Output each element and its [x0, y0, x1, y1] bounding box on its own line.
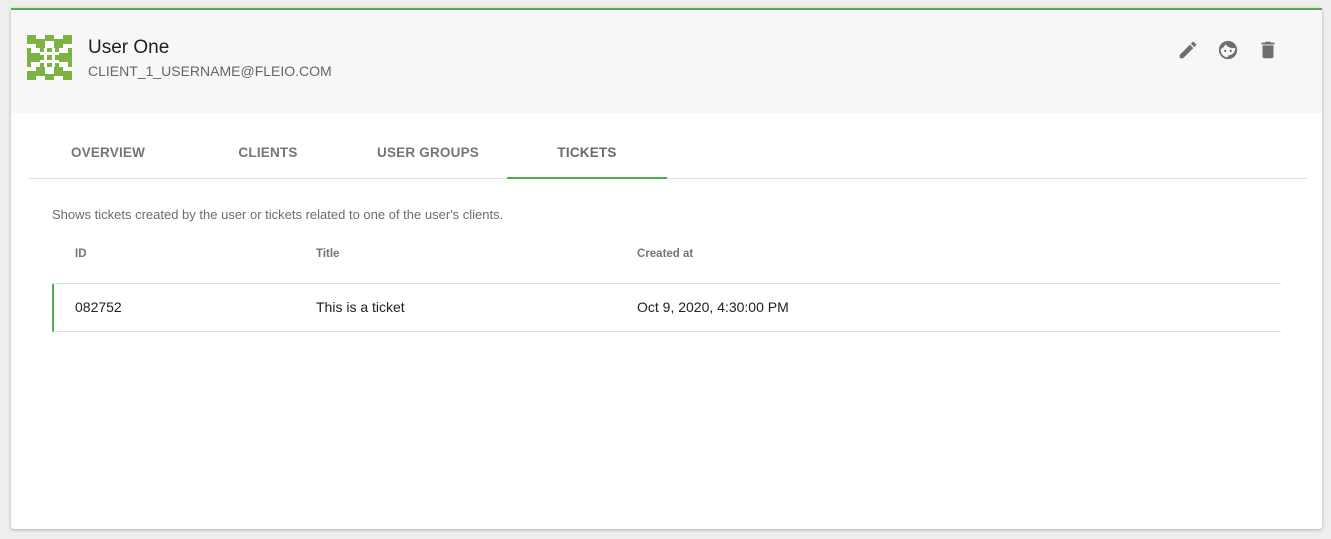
column-header-title[interactable]: Title: [316, 248, 339, 260]
user-actions: [1176, 38, 1280, 62]
tab-bar: OVERVIEW CLIENTS USER GROUPS TICKETS: [28, 128, 1307, 179]
face-icon: [1218, 40, 1238, 60]
impersonate-user-button[interactable]: [1216, 38, 1240, 62]
ticket-title: This is a ticket: [316, 299, 405, 315]
active-tab-indicator: [507, 177, 667, 179]
user-email: CLIENT_1_USERNAME@FLEIO.COM: [88, 63, 332, 79]
user-detail-card: User One CLIENT_1_USERNAME@FLEIO.COM OVE…: [11, 8, 1322, 529]
table-row[interactable]: 082752 This is a ticket Oct 9, 2020, 4:3…: [52, 284, 1281, 332]
tab-user-groups[interactable]: USER GROUPS: [348, 128, 508, 177]
tab-clients[interactable]: CLIENTS: [188, 128, 348, 177]
ticket-id: 082752: [75, 299, 122, 315]
tickets-description: Shows tickets created by the user or tic…: [52, 207, 504, 222]
edit-user-button[interactable]: [1176, 38, 1200, 62]
avatar: [27, 35, 72, 80]
column-header-id[interactable]: ID: [75, 248, 87, 260]
tab-tickets[interactable]: TICKETS: [507, 128, 667, 177]
tickets-table: ID Title Created at 082752 This is a tic…: [52, 242, 1281, 332]
trash-icon: [1261, 41, 1275, 59]
delete-user-button[interactable]: [1256, 38, 1280, 62]
ticket-created-at: Oct 9, 2020, 4:30:00 PM: [637, 299, 789, 315]
tab-overview[interactable]: OVERVIEW: [28, 128, 188, 177]
user-name: User One: [88, 37, 170, 58]
user-header: User One CLIENT_1_USERNAME@FLEIO.COM: [11, 10, 1322, 113]
table-header: ID Title Created at: [52, 242, 1281, 284]
column-header-created-at[interactable]: Created at: [637, 248, 693, 260]
pencil-icon: [1179, 41, 1197, 59]
